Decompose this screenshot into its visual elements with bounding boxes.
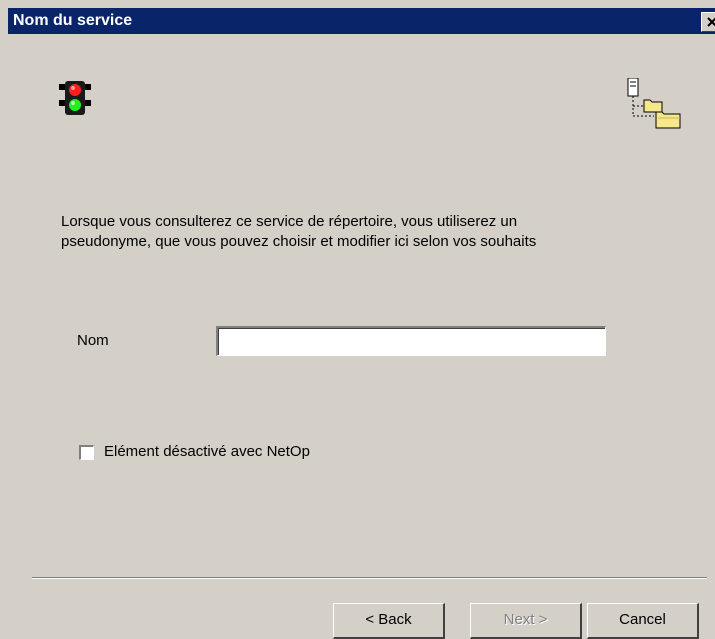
close-button[interactable] xyxy=(701,12,715,32)
cancel-button[interactable]: Cancel xyxy=(587,603,699,639)
back-button[interactable]: < Back xyxy=(333,603,445,639)
separator-line xyxy=(32,577,707,579)
title-bar: Nom du service xyxy=(8,8,715,34)
close-icon xyxy=(707,17,715,27)
description-text: Lorsque vous consulterez ce service de r… xyxy=(61,212,671,252)
description-line-2: pseudonyme, que vous pouvez choisir et m… xyxy=(61,233,537,250)
traffic-light-icon xyxy=(59,81,91,115)
window-title: Nom du service xyxy=(13,12,133,29)
next-button[interactable]: Next > xyxy=(470,603,582,639)
nom-label: Nom xyxy=(77,332,109,349)
netop-disable-checkbox-label[interactable]: Elément désactivé avec NetOp xyxy=(104,443,310,460)
dialog-window: Nom du service Lorsque vous consulterez … xyxy=(0,0,715,639)
netop-disable-checkbox[interactable] xyxy=(79,445,94,460)
nom-input[interactable] xyxy=(216,326,606,356)
directory-folders-icon xyxy=(627,78,681,129)
description-line-1: Lorsque vous consulterez ce service de r… xyxy=(61,213,518,230)
